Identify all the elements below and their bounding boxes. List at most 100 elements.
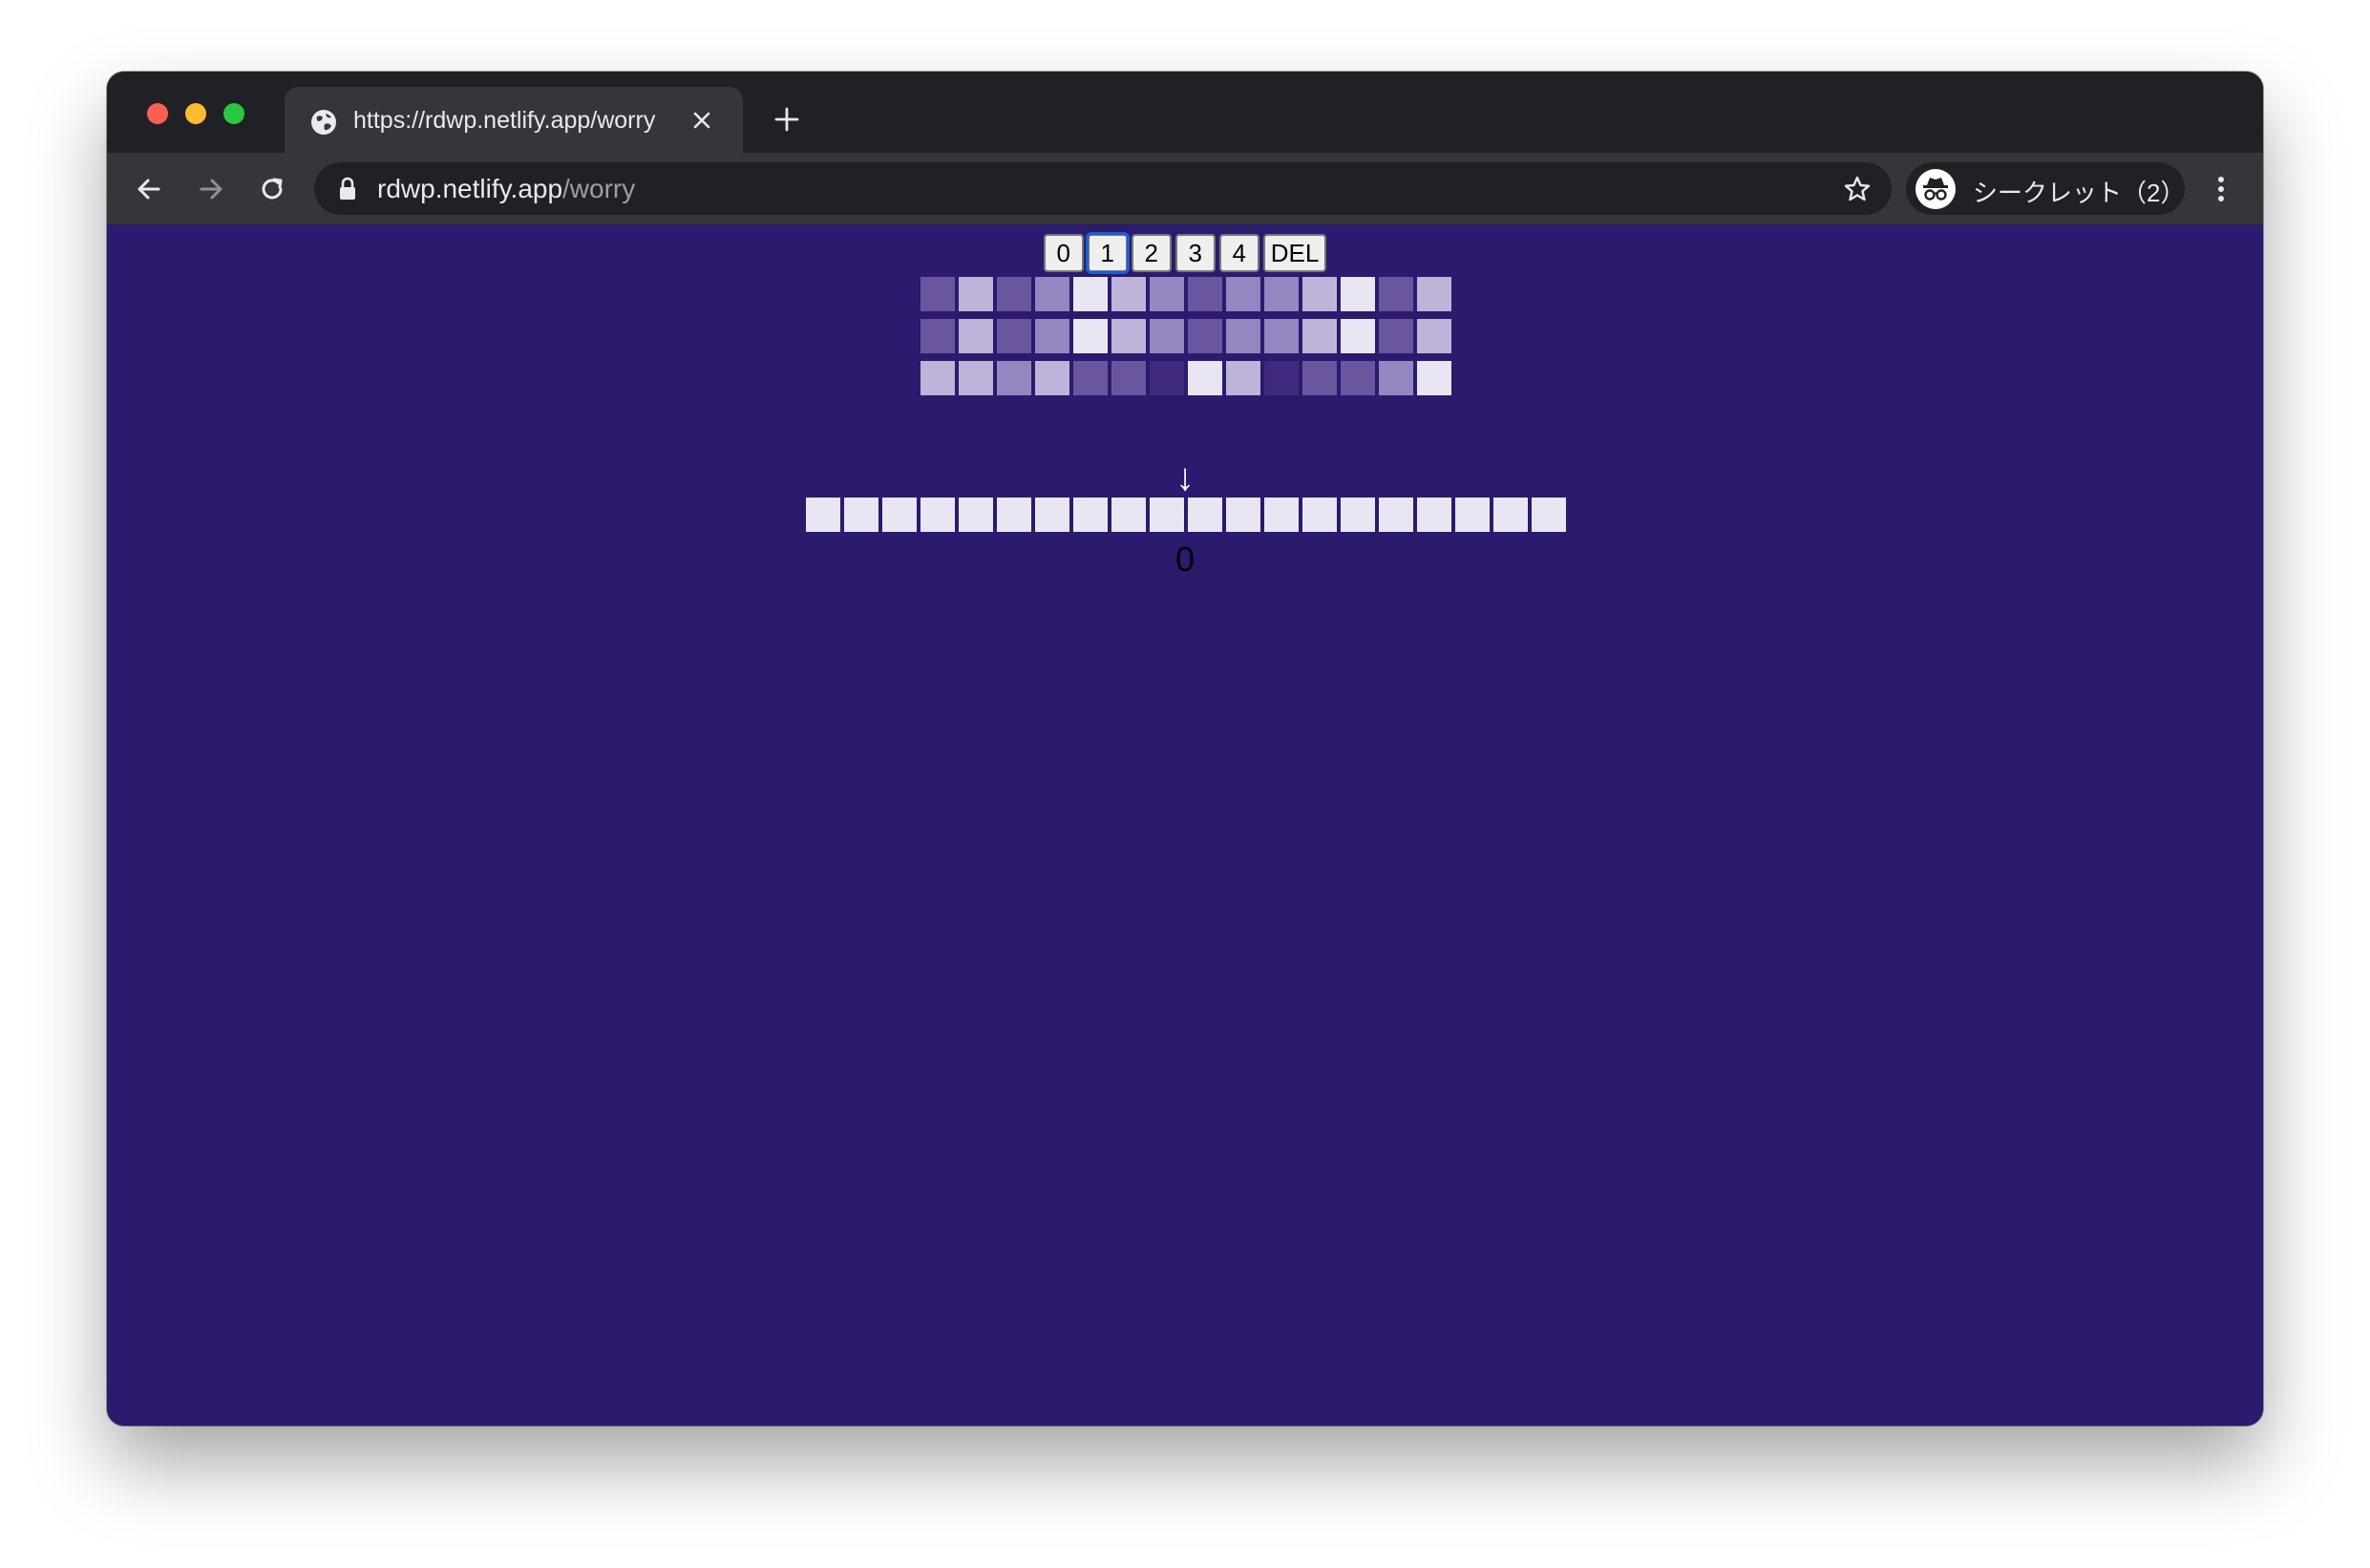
output-cell [1417, 498, 1451, 532]
grid-cell [1341, 361, 1375, 395]
back-arrow-icon[interactable] [132, 172, 166, 206]
delete-button[interactable]: DEL [1262, 234, 1327, 272]
grid-row [920, 361, 1451, 395]
url-path: /worry [562, 174, 636, 203]
grid-cell [1417, 277, 1451, 311]
grid-cell [997, 361, 1031, 395]
grid-cell [1150, 361, 1184, 395]
down-arrow-icon: ↓ [1175, 456, 1195, 498]
close-window-button[interactable] [147, 103, 168, 124]
grid-cell [1302, 319, 1337, 353]
grid-cell [920, 319, 955, 353]
output-cell [997, 498, 1031, 532]
grid-cell [1264, 319, 1299, 353]
grid-cell [1035, 277, 1069, 311]
close-tab-icon[interactable] [689, 108, 714, 133]
grid-cell [1226, 277, 1260, 311]
output-cell [1226, 498, 1260, 532]
grid-cell [1341, 277, 1375, 311]
tab-title: https://rdwp.netlify.app/worry [353, 107, 656, 134]
pattern-grid [920, 277, 1451, 403]
output-cell [1493, 498, 1528, 532]
grid-cell [1035, 319, 1069, 353]
address-bar[interactable]: rdwp.netlify.app/worry [314, 162, 1892, 215]
digit-button-0[interactable]: 0 [1043, 234, 1084, 272]
grid-cell [959, 277, 993, 311]
grid-row [920, 319, 1451, 353]
grid-cell [1073, 361, 1108, 395]
grid-cell [1379, 319, 1413, 353]
minimize-window-button[interactable] [185, 103, 206, 124]
grid-cell [1111, 277, 1146, 311]
grid-cell [1073, 319, 1108, 353]
incognito-avatar [1915, 169, 1956, 209]
grid-cell [1150, 277, 1184, 311]
grid-cell [1302, 277, 1337, 311]
grid-cell [1341, 319, 1375, 353]
url-host: rdwp.netlify.app [377, 174, 563, 203]
incognito-icon [1923, 178, 1948, 201]
grid-cell [1226, 319, 1260, 353]
output-cell [1455, 498, 1490, 532]
output-cell [1302, 498, 1337, 532]
output-cell [920, 498, 955, 532]
output-cell [1379, 498, 1413, 532]
grid-cell [1264, 361, 1299, 395]
output-cell [1341, 498, 1375, 532]
forward-arrow-icon[interactable] [194, 172, 228, 206]
incognito-profile-button[interactable]: シークレット（2） [1906, 162, 2185, 215]
bookmark-star-icon[interactable] [1842, 174, 1873, 204]
globe-icon [311, 110, 336, 135]
maximize-window-button[interactable] [223, 103, 244, 124]
grid-cell [1226, 361, 1260, 395]
digit-button-4[interactable]: 4 [1218, 234, 1259, 272]
digit-button-1[interactable]: 1 [1085, 232, 1130, 274]
grid-cell [997, 319, 1031, 353]
output-cell [806, 498, 840, 532]
reload-icon[interactable] [255, 172, 289, 206]
output-cell [1150, 498, 1184, 532]
grid-cell [1188, 277, 1222, 311]
page-content: 0 1 2 3 4 DEL ↓ 0 [107, 224, 2263, 1426]
grid-cell [1150, 319, 1184, 353]
title-bar: https://rdwp.netlify.app/worry [107, 72, 2263, 153]
new-tab-icon[interactable] [772, 104, 802, 135]
grid-cell [1264, 277, 1299, 311]
grid-cell [997, 277, 1031, 311]
grid-cell [959, 319, 993, 353]
browser-tab[interactable]: https://rdwp.netlify.app/worry [285, 87, 743, 153]
output-cell [1264, 498, 1299, 532]
output-cell [1532, 498, 1566, 532]
grid-cell [1379, 277, 1413, 311]
digit-button-row: 0 1 2 3 4 DEL [107, 232, 2263, 274]
grid-cell [1111, 319, 1146, 353]
grid-cell [1188, 319, 1222, 353]
lock-icon[interactable] [337, 177, 358, 201]
grid-cell [920, 277, 955, 311]
grid-cell [1417, 319, 1451, 353]
output-cell [1188, 498, 1222, 532]
output-cell [1035, 498, 1069, 532]
output-cell [1073, 498, 1108, 532]
browser-toolbar: rdwp.netlify.app/worry シークレット（2） [107, 153, 2263, 224]
incognito-label: シークレット（2） [1973, 179, 2186, 207]
digit-button-2[interactable]: 2 [1131, 234, 1172, 272]
result-count: 0 [1174, 540, 1196, 579]
grid-cell [1188, 361, 1222, 395]
browser-window: https://rdwp.netlify.app/worry rdwp.netl… [107, 72, 2263, 1426]
grid-cell [959, 361, 993, 395]
url-text[interactable]: rdwp.netlify.app/worry [377, 174, 635, 204]
output-row [806, 498, 1566, 532]
output-cell [1111, 498, 1146, 532]
grid-cell [1417, 361, 1451, 395]
grid-cell [1302, 361, 1337, 395]
output-cell [959, 498, 993, 532]
output-cell [844, 498, 878, 532]
menu-dots-icon[interactable] [2213, 172, 2229, 206]
grid-cell [1035, 361, 1069, 395]
grid-cell [1111, 361, 1146, 395]
digit-button-3[interactable]: 3 [1174, 234, 1216, 272]
output-cell [882, 498, 917, 532]
grid-row [920, 277, 1451, 311]
grid-cell [920, 361, 955, 395]
